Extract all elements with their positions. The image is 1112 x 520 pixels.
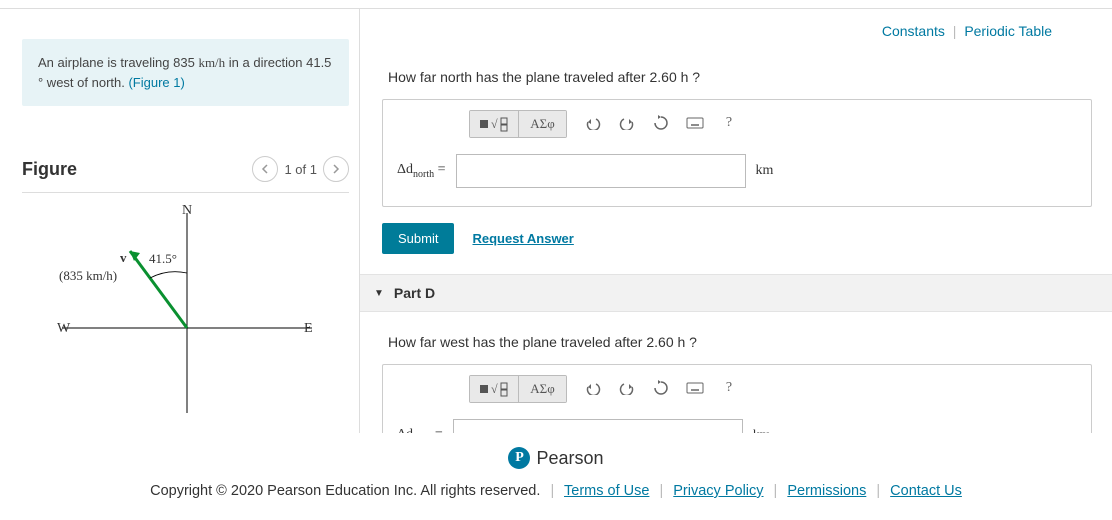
vector-label: v⃗ xyxy=(120,250,137,266)
reset-icon xyxy=(653,380,669,396)
figure-pager: 1 of 1 xyxy=(284,162,317,177)
svg-text:√: √ xyxy=(491,117,498,131)
privacy-link[interactable]: Privacy Policy xyxy=(673,483,763,499)
figure-link[interactable]: (Figure 1) xyxy=(128,75,184,90)
constants-link[interactable]: Constants xyxy=(882,23,945,39)
label-west: W xyxy=(57,321,70,337)
label-north: N xyxy=(182,203,192,219)
angle-label: 41.5° xyxy=(149,251,177,267)
speed-label: (835 km/h) xyxy=(59,268,117,284)
keyboard-button[interactable] xyxy=(679,375,711,401)
submit-button[interactable]: Submit xyxy=(382,223,454,254)
contact-link[interactable]: Contact Us xyxy=(890,483,962,499)
label-east: E xyxy=(304,321,313,337)
template-button[interactable]: √ xyxy=(470,111,518,137)
partd-question: How far west has the plane traveled afte… xyxy=(388,334,1092,350)
partd-answer-box: √ ΑΣφ ? xyxy=(382,364,1092,433)
reset-icon xyxy=(653,115,669,131)
partc-question: How far north has the plane traveled aft… xyxy=(388,69,1092,85)
partd-lhs: Δdwest = xyxy=(397,427,443,433)
problem-statement: An airplane is traveling 835 km/h in a d… xyxy=(22,39,349,106)
partd-header[interactable]: ▼ Part D xyxy=(360,274,1112,312)
keyboard-button[interactable] xyxy=(679,110,711,136)
redo-button[interactable] xyxy=(611,110,643,136)
partd-answer-input[interactable] xyxy=(453,419,743,433)
figure-next-button[interactable] xyxy=(323,156,349,182)
redo-button[interactable] xyxy=(611,375,643,401)
reset-button[interactable] xyxy=(645,110,677,136)
periodic-table-link[interactable]: Periodic Table xyxy=(964,23,1052,39)
keyboard-icon xyxy=(686,117,704,129)
undo-icon xyxy=(585,116,601,130)
redo-icon xyxy=(619,381,635,395)
template-button[interactable]: √ xyxy=(470,376,518,402)
help-button[interactable]: ? xyxy=(713,375,745,401)
chevron-right-icon xyxy=(332,164,340,174)
undo-icon xyxy=(585,381,601,395)
pearson-p-icon: P xyxy=(508,447,530,469)
template-icon: √ xyxy=(479,116,509,132)
request-answer-link[interactable]: Request Answer xyxy=(472,231,573,246)
figure-title: Figure xyxy=(22,159,77,180)
figure-diagram: N W E 41.5° v⃗ (835 km/h) xyxy=(22,203,349,423)
partd-unit: km xyxy=(753,428,771,433)
terms-link[interactable]: Terms of Use xyxy=(564,483,649,499)
template-icon: √ xyxy=(479,381,509,397)
svg-text:√: √ xyxy=(491,382,498,396)
greek-button[interactable]: ΑΣφ xyxy=(518,111,566,137)
help-button[interactable]: ? xyxy=(713,110,745,136)
partc-answer-box: √ ΑΣφ ? xyxy=(382,99,1092,207)
figure-prev-button[interactable] xyxy=(252,156,278,182)
partc-unit: km xyxy=(756,163,774,179)
redo-icon xyxy=(619,116,635,130)
pearson-logo: P Pearson xyxy=(508,447,603,469)
chevron-left-icon xyxy=(261,164,269,174)
copyright-text: Copyright © 2020 Pearson Education Inc. … xyxy=(150,483,540,499)
caret-down-icon: ▼ xyxy=(374,288,384,299)
keyboard-icon xyxy=(686,382,704,394)
undo-button[interactable] xyxy=(577,110,609,136)
permissions-link[interactable]: Permissions xyxy=(787,483,866,499)
partc-answer-input[interactable] xyxy=(456,154,746,188)
greek-button[interactable]: ΑΣφ xyxy=(518,376,566,402)
partc-lhs: Δdnorth = xyxy=(397,162,446,180)
reset-button[interactable] xyxy=(645,375,677,401)
undo-button[interactable] xyxy=(577,375,609,401)
